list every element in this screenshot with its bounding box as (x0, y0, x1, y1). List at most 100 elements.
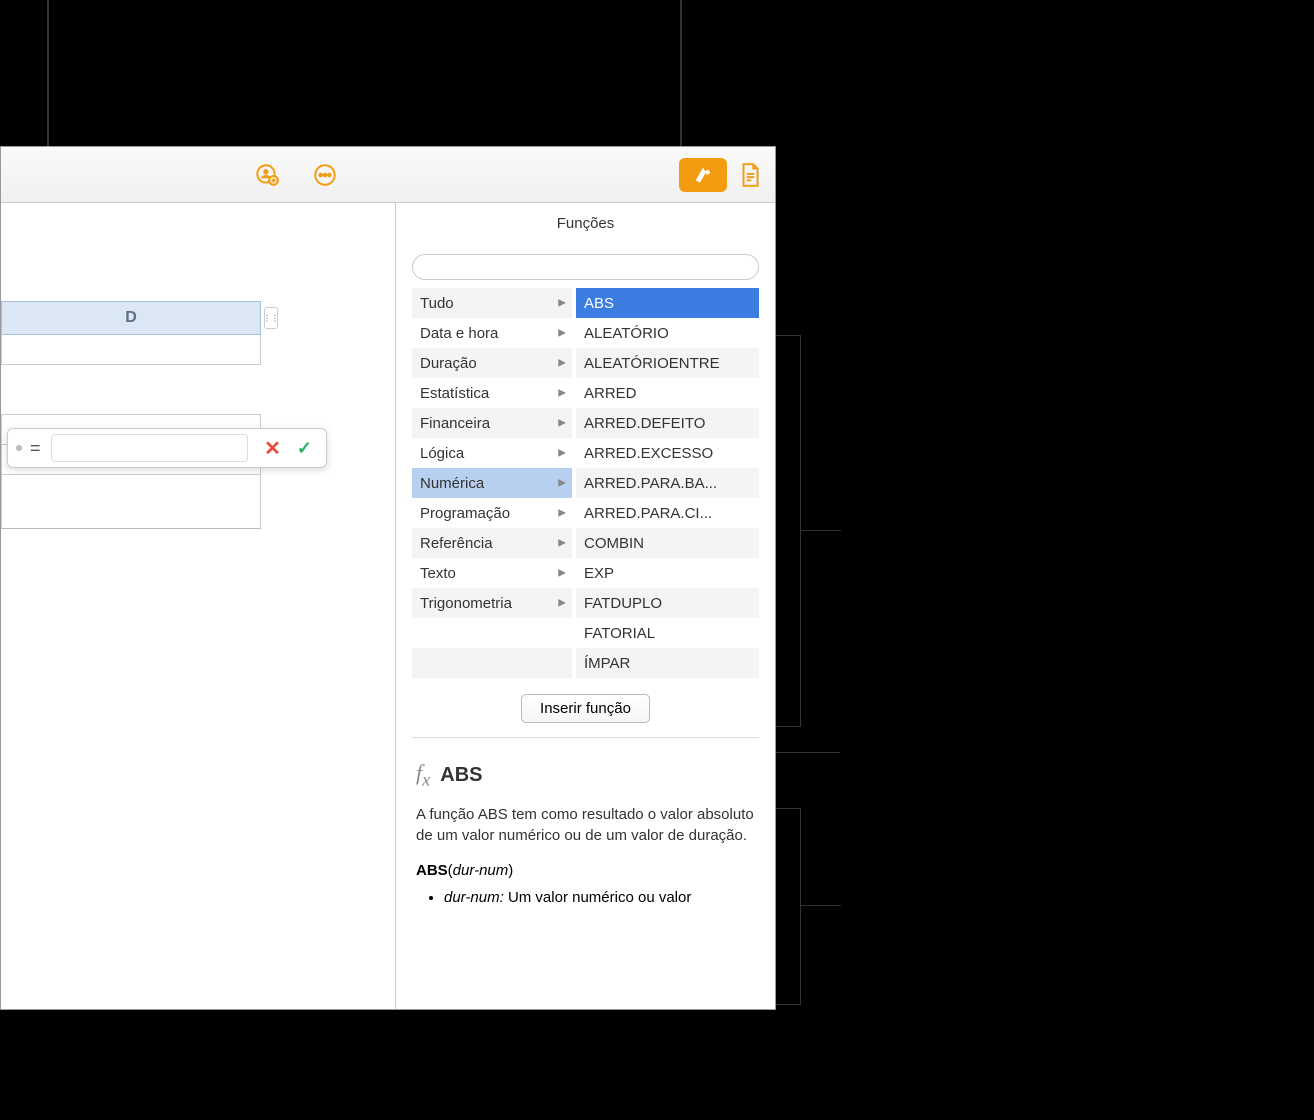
column-drag-handle[interactable]: ⋮⋮ (264, 307, 278, 329)
help-header: fx ABS (416, 760, 755, 790)
category-label: Lógica (420, 445, 464, 462)
callout-bracket (776, 335, 801, 336)
function-label: ARRED.PARA.BA... (584, 475, 717, 492)
category-item[interactable]: Financeira ▶ (412, 408, 572, 438)
callout-line (680, 0, 682, 155)
help-syntax: ABS(dur-num) (416, 862, 755, 879)
collaborate-icon[interactable] (253, 161, 281, 189)
function-label: COMBIN (584, 535, 644, 552)
function-label: ARRED.DEFEITO (584, 415, 705, 432)
category-list: Tudo▶Data e hora▶Duração▶Estatística▶Fin… (412, 288, 572, 678)
callout-bracket (776, 808, 801, 809)
chevron-right-icon: ▶ (558, 418, 566, 429)
function-item[interactable]: ARRED (576, 378, 759, 408)
function-item[interactable]: ARRED.DEFEITO (576, 408, 759, 438)
chevron-right-icon: ▶ (558, 598, 566, 609)
chevron-right-icon: ▶ (558, 568, 566, 579)
function-item[interactable]: ARRED.PARA.CI... (576, 498, 759, 528)
help-title: ABS (440, 764, 482, 787)
function-label: ÍMPAR (584, 655, 630, 672)
category-item-empty (412, 648, 572, 678)
confirm-icon[interactable]: ✓ (291, 438, 318, 459)
function-label: ARRED.EXCESSO (584, 445, 713, 462)
chevron-right-icon: ▶ (558, 448, 566, 459)
chevron-right-icon: ▶ (558, 388, 566, 399)
spreadsheet-canvas[interactable]: D ⋮⋮ = ✕ ✓ (1, 203, 395, 1009)
category-label: Texto (420, 565, 456, 582)
table-row[interactable] (1, 475, 261, 529)
function-item[interactable]: ARRED.EXCESSO (576, 438, 759, 468)
category-item[interactable]: Referência▶ (412, 528, 572, 558)
category-label: Financeira (420, 415, 490, 432)
category-label: Referência (420, 535, 493, 552)
toolbar (1, 147, 775, 203)
format-button[interactable] (679, 158, 727, 192)
search-wrap (396, 244, 775, 288)
function-item[interactable]: EXP (576, 558, 759, 588)
function-label: ARRED.PARA.CI... (584, 505, 712, 522)
column-label: D (125, 309, 137, 327)
more-icon[interactable] (311, 161, 339, 189)
function-item[interactable]: ALEATÓRIO (576, 318, 759, 348)
category-item[interactable]: Numérica ▶ (412, 468, 572, 498)
callout-line (801, 905, 841, 906)
function-label: ABS (584, 295, 614, 312)
function-item[interactable]: ABS (576, 288, 759, 318)
param-item: dur-num: Um valor numérico ou valor (444, 887, 755, 908)
formula-editor: = ✕ ✓ (7, 428, 327, 468)
help-params: dur-num: Um valor numérico ou valor (416, 887, 755, 908)
param-name: dur-num: (444, 889, 504, 906)
category-item[interactable]: Estatística ▶ (412, 378, 572, 408)
function-help: fx ABS A função ABS tem como resultado o… (396, 738, 775, 930)
category-item[interactable]: Duração ▶ (412, 348, 572, 378)
functions-sidebar: Funções Tudo▶Data e hora▶Duração▶Estatís… (395, 203, 775, 1009)
insert-function-button[interactable]: Inserir função (521, 694, 650, 723)
formula-grip-icon[interactable] (16, 445, 22, 451)
app-window: D ⋮⋮ = ✕ ✓ Funções (0, 146, 776, 1010)
function-label: ARRED (584, 385, 637, 402)
syntax-param: dur-num (453, 862, 509, 879)
column-header-d[interactable]: D ⋮⋮ (1, 301, 261, 335)
function-item[interactable]: FATORIAL (576, 618, 759, 648)
category-item[interactable]: Data e hora▶ (412, 318, 572, 348)
function-browser: Tudo▶Data e hora▶Duração▶Estatística▶Fin… (396, 288, 775, 678)
category-label: Tudo (420, 295, 454, 312)
category-label: Estatística (420, 385, 489, 402)
sidebar-title: Funções (396, 203, 775, 244)
function-label: FATORIAL (584, 625, 655, 642)
document-icon[interactable] (737, 162, 763, 188)
category-item[interactable]: Texto ▶ (412, 558, 572, 588)
category-label: Numérica (420, 475, 484, 492)
chevron-right-icon: ▶ (558, 298, 566, 309)
formula-input[interactable] (51, 434, 249, 462)
function-item[interactable]: COMBIN (576, 528, 759, 558)
category-item-empty (412, 618, 572, 648)
chevron-right-icon: ▶ (558, 358, 566, 369)
category-label: Trigonometria (420, 595, 512, 612)
category-item[interactable]: Lógica ▶ (412, 438, 572, 468)
function-item[interactable]: ALEATÓRIOENTRE (576, 348, 759, 378)
cancel-icon[interactable]: ✕ (258, 436, 287, 461)
table-row[interactable] (1, 365, 261, 415)
syntax-name: ABS (416, 862, 448, 879)
formula-equals-label: = (30, 438, 41, 459)
category-item[interactable]: Trigonometria ▶ (412, 588, 572, 618)
help-description: A função ABS tem como resultado o valor … (416, 804, 755, 846)
chevron-right-icon: ▶ (558, 508, 566, 519)
toolbar-right-group (679, 158, 763, 192)
function-item[interactable]: FATDUPLO (576, 588, 759, 618)
spreadsheet-fragment: D ⋮⋮ (1, 301, 261, 529)
fx-icon: fx (416, 760, 430, 790)
chevron-right-icon: ▶ (558, 478, 566, 489)
category-item[interactable]: Programação ▶ (412, 498, 572, 528)
category-item[interactable]: Tudo ▶ (412, 288, 572, 318)
function-label: ALEATÓRIO (584, 325, 669, 342)
chevron-right-icon: ▶ (558, 328, 566, 339)
category-label: Duração (420, 355, 477, 372)
function-item[interactable]: ARRED.PARA.BA... (576, 468, 759, 498)
search-input[interactable] (412, 254, 759, 280)
category-label: Programação (420, 505, 510, 522)
callout-line (801, 530, 841, 531)
function-item[interactable]: ÍMPAR (576, 648, 759, 678)
table-row[interactable] (1, 335, 261, 365)
